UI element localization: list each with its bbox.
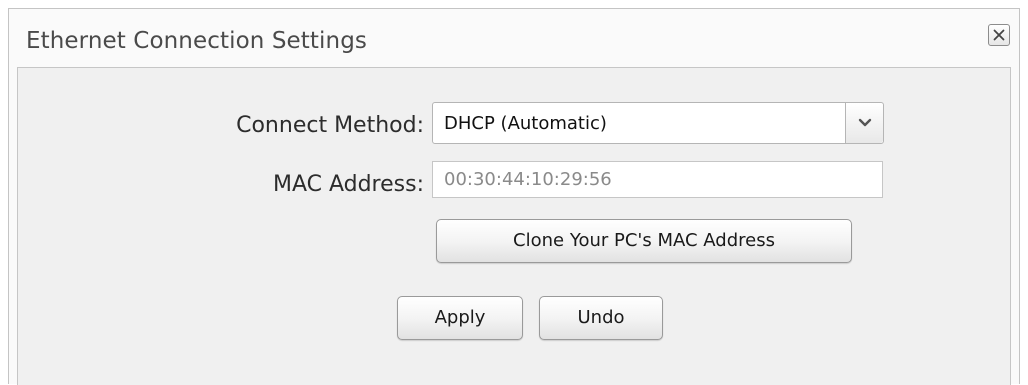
dialog-header: Ethernet Connection Settings: [9, 9, 1019, 67]
dropdown-toggle[interactable]: [845, 103, 883, 143]
ethernet-settings-dialog: Ethernet Connection Settings Connect Met…: [8, 8, 1020, 385]
dialog-title: Ethernet Connection Settings: [26, 28, 367, 54]
mac-address-label: MAC Address:: [272, 172, 424, 197]
undo-button[interactable]: Undo: [539, 296, 663, 340]
connect-method-value: DHCP (Automatic): [444, 113, 607, 134]
close-x-icon: [993, 29, 1005, 41]
apply-button[interactable]: Apply: [397, 296, 523, 340]
close-button[interactable]: [988, 24, 1010, 46]
clone-mac-button[interactable]: Clone Your PC's MAC Address: [436, 219, 852, 263]
connect-method-select[interactable]: DHCP (Automatic): [432, 102, 884, 144]
settings-panel: Connect Method: DHCP (Automatic) MAC Add…: [17, 67, 1011, 385]
mac-address-field[interactable]: [432, 161, 883, 198]
connect-method-label: Connect Method:: [236, 113, 424, 138]
chevron-down-icon: [858, 118, 872, 127]
